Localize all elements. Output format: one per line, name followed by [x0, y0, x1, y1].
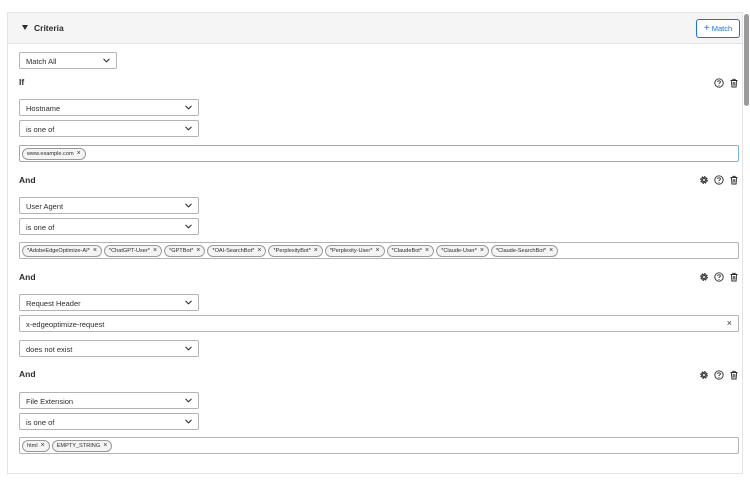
remove-tag-icon[interactable]: × — [257, 247, 261, 254]
chevron-down-icon — [184, 396, 193, 405]
file-extension-field-value: File Extension — [26, 397, 74, 406]
value-tag: *ChatGPT-User* × — [103, 244, 163, 257]
value-tag: *Claude-User* × — [436, 244, 489, 257]
tag-label: *GPTBot* — [169, 247, 194, 254]
chevron-down-icon — [184, 417, 193, 426]
value-tag: *GPTBot* × — [164, 244, 206, 257]
chevron-down-icon — [184, 344, 193, 353]
user-agent-operator-select[interactable]: is one of — [19, 218, 199, 235]
value-tag: *PerplexityBot* × — [268, 244, 323, 257]
value-tag: html × — [22, 439, 50, 452]
value-tag: www.example.com × — [22, 147, 86, 160]
and-label: And — [19, 175, 36, 185]
clear-icon[interactable]: × — [727, 319, 732, 328]
tag-label: *PerplexityBot* — [273, 247, 311, 254]
remove-tag-icon[interactable]: × — [196, 247, 200, 254]
remove-tag-icon[interactable]: × — [77, 150, 81, 157]
remove-tag-icon[interactable]: × — [549, 247, 553, 254]
remove-tag-icon[interactable]: × — [41, 442, 45, 449]
and-label: And — [19, 369, 36, 379]
vertical-scrollbar[interactable] — [744, 14, 749, 106]
remove-tag-icon[interactable]: × — [103, 442, 107, 449]
file-extension-operator-value: is one of — [26, 418, 55, 427]
chevron-down-icon — [184, 103, 193, 112]
hostname-values-input[interactable]: www.example.com × — [19, 145, 739, 162]
remove-tag-icon[interactable]: × — [314, 247, 318, 254]
gear-icon[interactable] — [699, 175, 709, 185]
user-agent-field-value: User Agent — [26, 202, 64, 211]
value-tag: *Perplexity-User* × — [324, 244, 385, 257]
user-agent-values-input[interactable]: *AdobeEdgeOptimize-AI* × *ChatGPT-User* × … — [19, 242, 739, 259]
tag-label: www.example.com — [27, 150, 74, 157]
remove-tag-icon[interactable]: × — [425, 247, 429, 254]
plus-icon: + — [703, 22, 710, 34]
trash-icon[interactable] — [729, 272, 739, 282]
hostname-field-value: Hostname — [26, 104, 61, 113]
value-tag: EMPTY_STRING × — [51, 439, 113, 452]
and-label: And — [19, 272, 36, 282]
header-name-input[interactable]: x-edgeoptimize-request × — [19, 315, 739, 332]
gear-icon[interactable] — [699, 370, 709, 380]
request-header-field-select[interactable]: Request Header — [19, 294, 199, 311]
chevron-down-icon — [184, 201, 193, 210]
chevron-down-icon — [184, 298, 193, 307]
chevron-down-icon — [102, 56, 111, 65]
remove-tag-icon[interactable]: × — [480, 247, 484, 254]
hostname-operator-value: is one of — [26, 125, 55, 134]
chevron-down-icon — [184, 222, 193, 231]
remove-tag-icon[interactable]: × — [153, 247, 157, 254]
remove-tag-icon[interactable]: × — [375, 247, 379, 254]
tag-label: *OAI-SearchBot* — [212, 247, 255, 254]
value-tag: *ClaudeBot* × — [386, 244, 435, 257]
tag-label: EMPTY_STRING — [56, 442, 101, 449]
file-extension-values-input[interactable]: html × EMPTY_STRING × — [19, 437, 739, 454]
caret-down-icon[interactable] — [22, 25, 28, 30]
chevron-down-icon — [184, 124, 193, 133]
value-tag: *Claude-SearchBot* × — [491, 244, 559, 257]
help-icon[interactable] — [714, 272, 724, 282]
hostname-operator-select[interactable]: is one of — [19, 120, 199, 137]
user-agent-field-select[interactable]: User Agent — [19, 197, 199, 214]
help-icon[interactable] — [714, 175, 724, 185]
criteria-title: Criteria — [34, 23, 64, 33]
criteria-header[interactable]: Criteria + Match — [8, 13, 742, 44]
trash-icon[interactable] — [729, 175, 739, 185]
request-header-operator-select[interactable]: does not exist — [19, 340, 199, 357]
tag-label: *AdobeEdgeOptimize-AI* — [27, 247, 90, 254]
gear-icon[interactable] — [699, 272, 709, 282]
request-header-operator-value: does not exist — [26, 345, 73, 354]
match-mode-select[interactable]: Match All — [19, 52, 117, 69]
value-tag: *OAI-SearchBot* × — [207, 244, 267, 257]
tag-label: *ClaudeBot* — [391, 247, 423, 254]
file-extension-operator-select[interactable]: is one of — [19, 413, 199, 430]
match-mode-value: Match All — [26, 57, 57, 66]
trash-icon[interactable] — [729, 370, 739, 380]
value-tag: *AdobeEdgeOptimize-AI* × — [22, 244, 102, 257]
help-icon[interactable] — [714, 370, 724, 380]
header-name-value: x-edgeoptimize-request — [26, 320, 105, 329]
tag-label: *ChatGPT-User* — [108, 247, 150, 254]
remove-tag-icon[interactable]: × — [93, 247, 97, 254]
tag-label: *Claude-SearchBot* — [496, 247, 547, 254]
help-icon[interactable] — [714, 78, 724, 88]
file-extension-field-select[interactable]: File Extension — [19, 392, 199, 409]
request-header-field-value: Request Header — [26, 299, 81, 308]
hostname-field-select[interactable]: Hostname — [19, 99, 199, 116]
add-match-button[interactable]: + Match — [696, 19, 740, 38]
trash-icon[interactable] — [729, 78, 739, 88]
tag-label: *Perplexity-User* — [329, 247, 373, 254]
add-match-label: Match — [711, 24, 733, 33]
tag-label: *Claude-User* — [441, 247, 477, 254]
if-label: If — [19, 77, 25, 87]
tag-label: html — [27, 442, 38, 449]
user-agent-operator-value: is one of — [26, 223, 55, 232]
